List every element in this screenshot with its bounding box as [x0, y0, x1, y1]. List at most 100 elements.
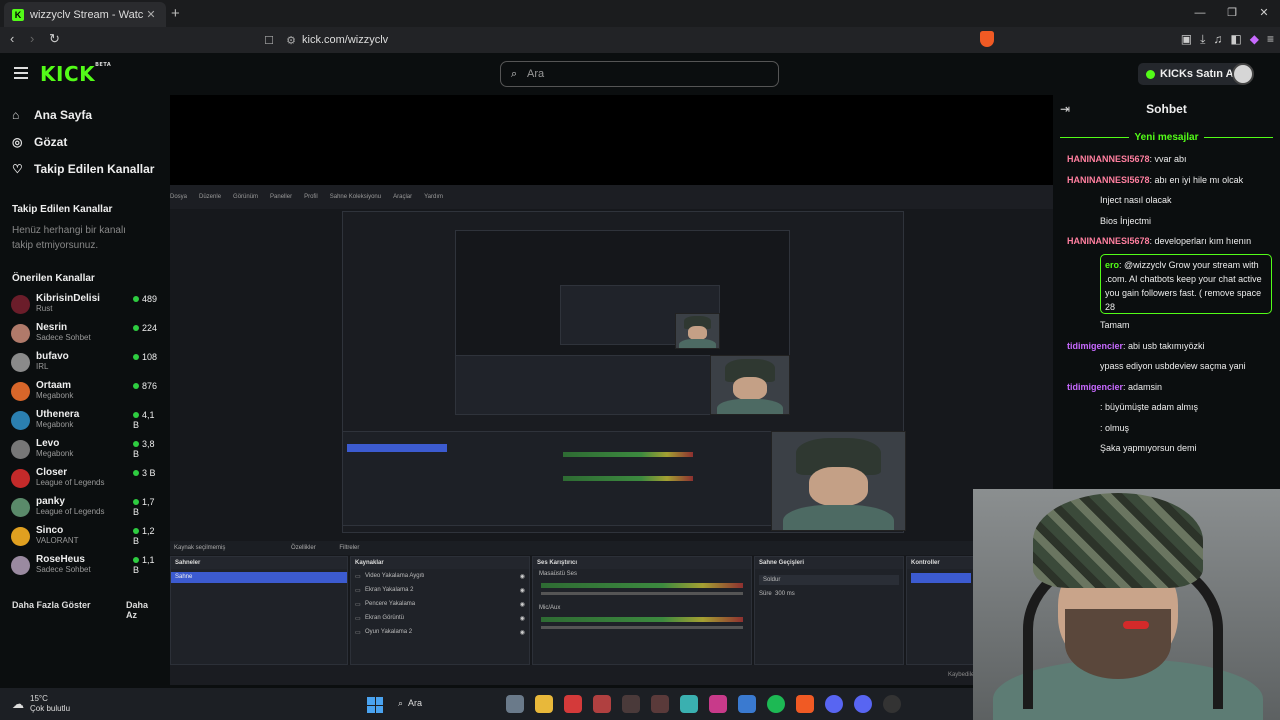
recommended-channel[interactable]: KibrisinDelisi Rust 489	[0, 290, 160, 319]
chat-username[interactable]: HANINANNESI5678	[1067, 236, 1150, 246]
recommended-channel[interactable]: panky League of Legends 1,7 B	[0, 493, 160, 522]
source-item[interactable]: ▭ Pencere Yakalama ◉	[351, 597, 529, 611]
media-icon[interactable]: ♫	[1213, 32, 1222, 47]
windows-taskbar: ☁ 15°C Çok bulutlu ⌕ Ara	[0, 688, 973, 720]
reload-icon[interactable]: ↻	[49, 31, 60, 47]
extension-icon[interactable]: ◆	[1250, 32, 1259, 47]
chat-text: : büyümüşte adam almış	[1100, 402, 1199, 412]
source-item[interactable]: ▭ Ekran Yakalama 2 ◉	[351, 583, 529, 597]
show-less-link[interactable]: Daha Az	[126, 600, 160, 620]
channel-avatar	[11, 556, 30, 575]
app-icon[interactable]	[593, 695, 611, 713]
cloud-icon: ☁	[12, 697, 24, 711]
bookmark-icon[interactable]: ☐	[258, 34, 280, 47]
user-avatar[interactable]	[1232, 63, 1254, 85]
obs-menu-item[interactable]: Araçlar	[393, 194, 412, 200]
buy-kicks-button[interactable]: KICKs Satın Al	[1138, 63, 1245, 85]
scene-item[interactable]: Sahne	[171, 572, 347, 583]
new-tab-icon[interactable]: +	[171, 5, 180, 22]
obs-menu-item[interactable]: Sahne Koleksiyonu	[330, 194, 381, 200]
source-item[interactable]: ▭ Video Yakalama Aygıtı ◉	[351, 569, 529, 583]
brave-icon[interactable]	[796, 695, 814, 713]
nav-browse[interactable]: ◎ Gözat	[0, 128, 160, 155]
discord-icon[interactable]	[825, 695, 843, 713]
nav-home[interactable]: ⌂ Ana Sayfa	[0, 101, 160, 128]
sidebar-icon[interactable]: ▣	[1181, 32, 1192, 47]
video-player[interactable]: Dosya Düzenle Görünüm Paneller Profil Sahne K…	[170, 95, 1053, 685]
hamburger-menu-icon[interactable]	[14, 67, 28, 79]
viewer-count: 108	[133, 352, 157, 362]
widget-icon[interactable]	[506, 695, 524, 713]
kick-logo[interactable]: KICKBETA	[40, 62, 111, 86]
app-icon[interactable]	[651, 695, 669, 713]
obs-menu-item[interactable]: Profil	[304, 194, 318, 200]
app-icon[interactable]	[709, 695, 727, 713]
obs-menu-item[interactable]: Yardım	[424, 194, 443, 200]
panel-icon[interactable]: ◧	[1230, 32, 1241, 47]
app-icon[interactable]	[564, 695, 582, 713]
app-icon[interactable]	[622, 695, 640, 713]
minimize-icon[interactable]: —	[1184, 0, 1216, 27]
chat-username[interactable]: tidimigencier	[1067, 382, 1123, 392]
discord-icon[interactable]	[854, 695, 872, 713]
obs-menu-item[interactable]: Düzenle	[199, 194, 221, 200]
search-icon: ⌕	[511, 67, 518, 80]
recommended-channel[interactable]: Sinco VALORANT 1,2 B	[0, 522, 160, 551]
obs-icon[interactable]	[883, 695, 901, 713]
brave-shield-icon[interactable]	[980, 31, 994, 47]
followed-header: Takip Edilen Kanallar	[12, 204, 113, 215]
close-window-icon[interactable]: ✕	[1248, 0, 1280, 27]
channel-category: Rust	[36, 304, 53, 313]
address-bar[interactable]: ☐ ⚙ kick.com/wizzyclv	[258, 30, 1000, 50]
viewer-count: 3 B	[133, 468, 156, 478]
eye-icon[interactable]: ◉	[520, 587, 525, 594]
eye-icon[interactable]: ◉	[520, 615, 525, 622]
recommended-channel[interactable]: Levo Megabonk 3,8 B	[0, 435, 160, 464]
heart-icon: ♡	[12, 161, 23, 176]
source-icon: ▭	[355, 601, 361, 608]
nav-following[interactable]: ♡ Takip Edilen Kanallar	[0, 155, 160, 182]
start-icon[interactable]	[367, 697, 383, 713]
chat-username[interactable]: tidimigencier	[1067, 341, 1123, 351]
viewer-count: 1,7 B	[133, 497, 160, 517]
restore-icon[interactable]: ❐	[1216, 0, 1248, 27]
spotify-icon[interactable]	[767, 695, 785, 713]
close-tab-icon[interactable]: ✕	[144, 8, 158, 21]
eye-icon[interactable]: ◉	[520, 601, 525, 608]
chat-username[interactable]: HANINANNESI5678	[1067, 154, 1150, 164]
browser-tools: ▣ ⤓ ♫ ◧ ◆ ≡	[1181, 32, 1274, 47]
source-item[interactable]: ▭ Oyun Yakalama 2 ◉	[351, 625, 529, 639]
menu-icon[interactable]: ≡	[1267, 32, 1274, 47]
channel-category: IRL	[36, 362, 49, 371]
recommended-channel[interactable]: Nesrin Sadece Sohbet 224	[0, 319, 160, 348]
vscode-icon[interactable]	[738, 695, 756, 713]
app-icon[interactable]	[680, 695, 698, 713]
obs-menu-item[interactable]: Paneller	[270, 194, 292, 200]
show-more-link[interactable]: Daha Fazla Göster	[12, 600, 91, 610]
obs-menu-item[interactable]: Görünüm	[233, 194, 258, 200]
back-icon[interactable]: ‹	[10, 31, 14, 46]
weather-widget[interactable]: ☁ 15°C Çok bulutlu	[12, 694, 70, 714]
eye-icon[interactable]: ◉	[520, 573, 525, 580]
recommended-channel[interactable]: RoseHeus Sadece Sohbet 1,1 B	[0, 551, 160, 580]
source-icon: ▭	[355, 629, 361, 636]
browser-tab[interactable]: K wizzyclv Stream - Watch Live on ✕	[4, 2, 166, 27]
recommended-channel[interactable]: Ortaam Megabonk 876	[0, 377, 160, 406]
window-controls: — ❐ ✕	[1184, 0, 1280, 27]
eye-icon[interactable]: ◉	[520, 629, 525, 636]
forward-icon[interactable]: ›	[30, 31, 34, 46]
channel-category: Megabonk	[36, 391, 74, 400]
taskbar-search[interactable]: ⌕ Ara	[398, 698, 422, 709]
recommended-channel[interactable]: bufavo IRL 108	[0, 348, 160, 377]
download-icon[interactable]: ⤓	[1200, 32, 1205, 47]
channel-avatar	[11, 295, 30, 314]
obs-menu-item[interactable]: Dosya	[170, 194, 187, 200]
site-info-icon[interactable]: ⚙	[280, 34, 302, 47]
file-explorer-icon[interactable]	[535, 695, 553, 713]
search-input[interactable]: ⌕ Ara	[500, 61, 779, 87]
source-item[interactable]: ▭ Ekran Görüntü ◉	[351, 611, 529, 625]
recommended-channel[interactable]: Closer League of Legends 3 B	[0, 464, 160, 493]
channel-avatar	[11, 353, 30, 372]
recommended-channel[interactable]: Uthenera Megabonk 4,1 B	[0, 406, 160, 435]
chat-username[interactable]: HANINANNESI5678	[1067, 175, 1150, 185]
